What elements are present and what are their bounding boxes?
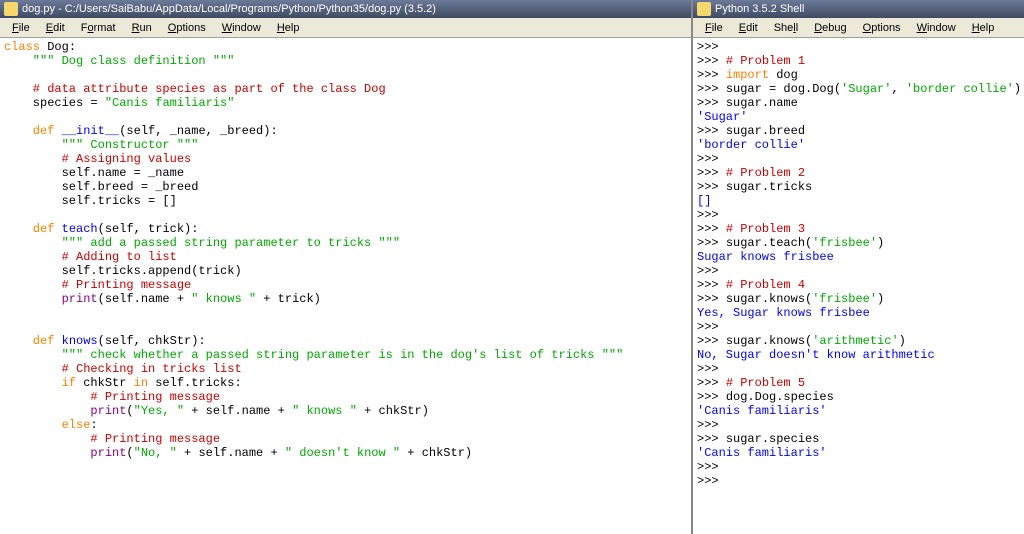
editor-titlebar: dog.py - C:/Users/SaiBabu/AppData/Local/… <box>0 0 691 18</box>
shell-output[interactable]: >>> >>> # Problem 1 >>> import dog >>> s… <box>693 38 1024 534</box>
editor-menubar: File Edit Format Run Options Window Help <box>0 18 691 38</box>
menu-shell[interactable]: Shell <box>766 20 806 36</box>
menu-edit[interactable]: Edit <box>731 20 766 36</box>
menu-file[interactable]: File <box>697 20 731 36</box>
shell-title: Python 3.5.2 Shell <box>715 3 804 15</box>
menu-file[interactable]: File <box>4 20 38 36</box>
menu-options[interactable]: Options <box>160 20 214 36</box>
menu-help[interactable]: Help <box>964 20 1003 36</box>
menu-window[interactable]: Window <box>909 20 964 36</box>
shell-menubar: File Edit Shell Debug Options Window Hel… <box>693 18 1024 38</box>
shell-titlebar: Python 3.5.2 Shell <box>693 0 1024 18</box>
menu-format[interactable]: Format <box>73 20 124 36</box>
menu-window[interactable]: Window <box>214 20 269 36</box>
menu-options[interactable]: Options <box>855 20 909 36</box>
code-editor[interactable]: class Dog: """ Dog class definition """ … <box>0 38 691 534</box>
menu-run[interactable]: Run <box>124 20 160 36</box>
code-text: class <box>4 40 40 54</box>
shell-window: Python 3.5.2 Shell File Edit Shell Debug… <box>693 0 1024 534</box>
menu-edit[interactable]: Edit <box>38 20 73 36</box>
editor-title: dog.py - C:/Users/SaiBabu/AppData/Local/… <box>22 3 436 15</box>
python-icon <box>4 2 18 16</box>
python-icon <box>697 2 711 16</box>
menu-debug[interactable]: Debug <box>806 20 854 36</box>
menu-help[interactable]: Help <box>269 20 308 36</box>
editor-window: dog.py - C:/Users/SaiBabu/AppData/Local/… <box>0 0 693 534</box>
